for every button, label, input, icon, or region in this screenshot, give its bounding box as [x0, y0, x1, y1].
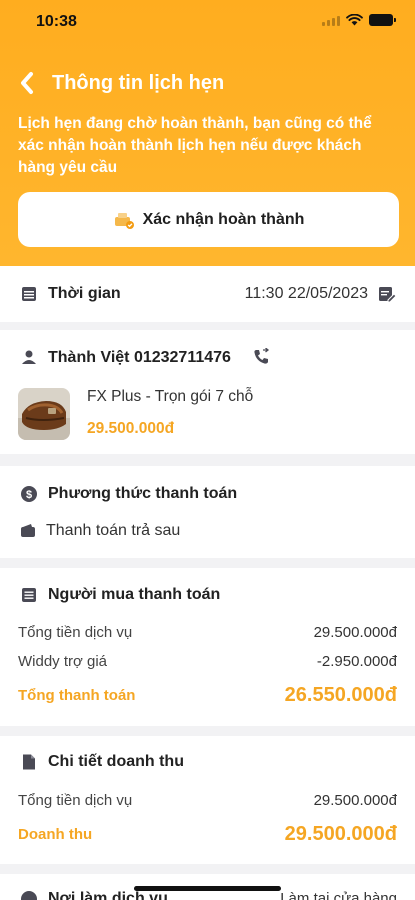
payment-method-title: Phương thức thanh toán — [48, 485, 238, 502]
header: 10:38 Thông tin lịch hẹn Lịch hẹn đang c… — [0, 0, 415, 266]
appointment-datetime: 11:30 22/05/2023 — [244, 285, 368, 302]
list-icon — [22, 588, 36, 602]
revenue-total-value: 29.500.000đ — [284, 823, 397, 845]
product-thumbnail — [18, 388, 70, 440]
buyer-payment-card: Người mua thanh toán Tổng tiền dịch vụ 2… — [0, 568, 415, 726]
status-message: Lịch hẹn đang chờ hoàn thành, bạn cũng c… — [18, 115, 372, 176]
location-icon — [21, 891, 37, 900]
revenue-total-label: Doanh thu — [18, 826, 93, 843]
product-price: 29.500.000đ — [87, 420, 175, 437]
page-title: Thông tin lịch hẹn — [52, 72, 225, 94]
service-place-title: Nơi làm dịch vụ — [48, 890, 168, 900]
buyer-payment-title: Người mua thanh toán — [48, 586, 221, 603]
wifi-icon — [346, 14, 363, 26]
confirm-complete-label: Xác nhận hoàn thành — [142, 210, 305, 228]
customer-name-phone: Thành Việt 01232711476 — [48, 349, 231, 366]
payment-total-label: Tổng thanh toán — [18, 687, 136, 704]
revenue-card: Chi tiết doanh thu Tổng tiền dịch vụ 29.… — [0, 736, 415, 864]
money-icon: $ — [21, 486, 37, 502]
revenue-service-total-value: 29.500.000đ — [313, 792, 397, 809]
payment-method-card: $ Phương thức thanh toán Thanh toán trả … — [0, 466, 415, 558]
home-indicator — [134, 886, 281, 891]
edit-schedule-icon[interactable] — [377, 284, 397, 304]
calendar-icon — [22, 287, 36, 301]
revenue-title: Chi tiết doanh thu — [48, 753, 184, 770]
signal-icon — [322, 15, 340, 26]
status-bar: 10:38 — [0, 0, 415, 44]
back-button[interactable] — [16, 70, 42, 96]
nav-bar: Thông tin lịch hẹn — [0, 64, 415, 104]
call-icon[interactable] — [252, 348, 270, 366]
service-total-value: 29.500.000đ — [313, 624, 397, 641]
subsidy-value: -2.950.000đ — [316, 653, 397, 670]
subsidy-label: Widdy trợ giá — [18, 653, 108, 670]
time-card: Thời gian 11:30 22/05/2023 — [0, 266, 415, 322]
payment-method-value: Thanh toán trả sau — [46, 522, 181, 539]
document-icon — [23, 754, 35, 770]
revenue-service-total-label: Tổng tiền dịch vụ — [18, 792, 133, 809]
product-name: FX Plus - Trọn gói 7 chỗ — [87, 388, 254, 405]
complete-icon — [114, 212, 134, 229]
service-total-label: Tổng tiền dịch vụ — [18, 624, 133, 641]
wallet-icon — [21, 524, 35, 537]
status-icons — [322, 14, 396, 26]
svg-text:$: $ — [26, 489, 32, 501]
battery-icon — [369, 14, 396, 26]
time-label: Thời gian — [48, 285, 121, 302]
confirm-complete-button[interactable]: Xác nhận hoàn thành — [18, 192, 399, 247]
service-place-value: Làm tại cửa hàng — [280, 890, 397, 900]
status-time: 10:38 — [36, 13, 77, 30]
customer-card: Thành Việt 01232711476 FX Plus - Trọn gó… — [0, 330, 415, 454]
user-icon — [22, 350, 36, 364]
payment-total-value: 26.550.000đ — [284, 684, 397, 706]
